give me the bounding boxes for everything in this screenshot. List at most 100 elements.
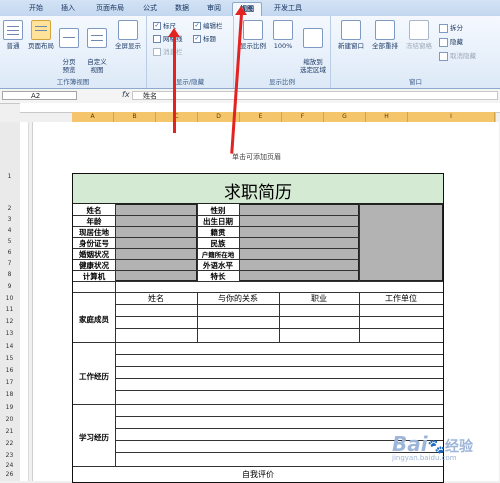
- page-layout-view-button[interactable]: 页面布局: [28, 20, 54, 50]
- tab-formulas[interactable]: 公式: [136, 2, 164, 15]
- normal-view-icon: [3, 20, 23, 40]
- grid-line: [115, 378, 443, 379]
- row-header[interactable]: 18: [0, 391, 19, 398]
- watermark-url: jingyan.baidu.com: [392, 454, 457, 462]
- zoom-group-label: 显示比例: [269, 78, 295, 86]
- freeze-panes-label: 冻结窗格: [406, 42, 432, 50]
- row-header[interactable]: 3: [0, 216, 19, 223]
- full-screen-icon: [118, 20, 138, 40]
- row-header[interactable]: 4: [0, 227, 19, 234]
- tab-data[interactable]: 数据: [168, 2, 196, 15]
- zoom-button[interactable]: 显示比例: [238, 20, 268, 50]
- column-header[interactable]: H: [366, 112, 408, 122]
- hide-button[interactable]: 隐藏: [439, 37, 463, 47]
- headings-checkbox[interactable]: ✓ 标题: [193, 34, 216, 44]
- family-header-occupation: 职业: [311, 294, 327, 303]
- row-header[interactable]: 24: [0, 462, 19, 469]
- new-window-button[interactable]: 新建窗口: [335, 20, 367, 50]
- normal-view-button[interactable]: 普通: [0, 20, 26, 50]
- column-header[interactable]: E: [240, 112, 282, 122]
- checkmark-icon: ✓: [153, 22, 161, 30]
- grid-line: [279, 292, 280, 342]
- unhide-button[interactable]: 取消隐藏: [439, 51, 476, 61]
- row-header[interactable]: 6: [0, 249, 19, 256]
- message-bar-checkbox[interactable]: 消息栏: [153, 47, 183, 57]
- add-header-hint[interactable]: 单击可添加页眉: [232, 152, 281, 162]
- formula-bar-label: 编辑栏: [203, 22, 223, 30]
- column-header[interactable]: A: [72, 112, 114, 122]
- column-header[interactable]: B: [114, 112, 156, 122]
- workbook-views-group-label: 工作簿视图: [56, 78, 90, 86]
- column-header[interactable]: I: [408, 112, 495, 122]
- row-header[interactable]: 17: [0, 379, 19, 386]
- row-header[interactable]: 13: [0, 330, 19, 337]
- tab-home[interactable]: 开始: [22, 2, 50, 15]
- grid-line: [73, 281, 443, 282]
- row-header[interactable]: 26: [0, 471, 19, 478]
- formula-input[interactable]: 姓名: [132, 91, 498, 100]
- zoom-100-button[interactable]: 100%: [270, 20, 296, 50]
- row-header[interactable]: 5: [0, 238, 19, 245]
- headings-label: 标题: [203, 35, 216, 43]
- column-header[interactable]: C: [156, 112, 198, 122]
- row-header[interactable]: 22: [0, 440, 19, 447]
- baidu-watermark: Bai🐾经验 jingyan.baidu.com: [392, 432, 473, 462]
- row-header[interactable]: 9: [0, 283, 19, 290]
- row-header[interactable]: 7: [0, 260, 19, 267]
- row-header[interactable]: 23: [0, 452, 19, 459]
- zoom-selection-label: 缩放到 选定区域: [300, 58, 326, 74]
- row-header[interactable]: 19: [0, 404, 19, 411]
- grid-line: [115, 390, 443, 391]
- row-header[interactable]: 21: [0, 428, 19, 435]
- hide-label: 隐藏: [450, 38, 463, 46]
- zoom-to-selection-button[interactable]: 缩放到 选定区域: [298, 20, 328, 74]
- grid-line: [115, 354, 443, 355]
- hide-icon: [439, 37, 448, 47]
- row-header[interactable]: 20: [0, 416, 19, 423]
- custom-views-label: 自定义 视图: [87, 58, 107, 74]
- row-header[interactable]: 1: [0, 173, 19, 180]
- arrange-all-button[interactable]: 全部重排: [369, 20, 401, 50]
- group-show-hide: ✓标尺 网格线 消息栏 ✓编辑栏 ✓标题 显示/隐藏: [147, 16, 234, 88]
- row-header[interactable]: 8: [0, 271, 19, 278]
- custom-views-button[interactable]: 自定义 视图: [84, 20, 110, 74]
- magnifier-icon: [243, 20, 263, 40]
- zoom-label: 显示比例: [240, 42, 266, 50]
- column-header[interactable]: F: [282, 112, 324, 122]
- annotation-arrowhead: [168, 28, 180, 37]
- insert-function-icon[interactable]: fx: [122, 90, 130, 99]
- column-header[interactable]: G: [324, 112, 366, 122]
- tab-review[interactable]: 审阅: [200, 2, 228, 15]
- formula-bar-checkbox[interactable]: ✓ 编辑栏: [193, 21, 223, 31]
- page-layout-icon: [31, 20, 51, 40]
- label-work-experience: 工作经历: [79, 372, 109, 381]
- vertical-ruler: [20, 122, 29, 481]
- resume-title: 求职简历: [224, 183, 292, 203]
- full-screen-button[interactable]: 全屏显示: [112, 20, 144, 50]
- show-hide-group-label: 显示/隐藏: [175, 78, 205, 86]
- grid-line: [115, 366, 443, 367]
- grid-line: [73, 342, 443, 343]
- row-header[interactable]: 15: [0, 355, 19, 362]
- tab-insert[interactable]: 插入: [54, 2, 82, 15]
- row-header[interactable]: 16: [0, 367, 19, 374]
- page-break-preview-button[interactable]: 分页 预览: [56, 20, 82, 74]
- row-header[interactable]: 2: [0, 205, 19, 212]
- name-box[interactable]: A2: [2, 91, 77, 100]
- grid-line: [73, 466, 443, 467]
- row-header[interactable]: 12: [0, 318, 19, 325]
- row-header[interactable]: 10: [0, 295, 19, 302]
- arrange-all-icon: [375, 20, 395, 40]
- split-button[interactable]: 拆分: [439, 23, 463, 33]
- family-header-relation: 与你的关系: [218, 294, 258, 303]
- ribbon-tab-bar: 开始 插入 页面布局 公式 数据 审阅 视图 开发工具: [0, 0, 500, 17]
- label-study-experience: 学习经历: [79, 433, 109, 442]
- new-window-icon: [341, 20, 361, 40]
- tab-page-layout[interactable]: 页面布局: [88, 2, 132, 15]
- row-header[interactable]: 11: [0, 306, 19, 313]
- tab-developer[interactable]: 开发工具: [266, 2, 310, 15]
- row-header[interactable]: 14: [0, 343, 19, 350]
- photo-area[interactable]: [359, 204, 443, 281]
- grid-line: [197, 204, 198, 281]
- freeze-panes-button[interactable]: 冻结窗格: [403, 20, 435, 50]
